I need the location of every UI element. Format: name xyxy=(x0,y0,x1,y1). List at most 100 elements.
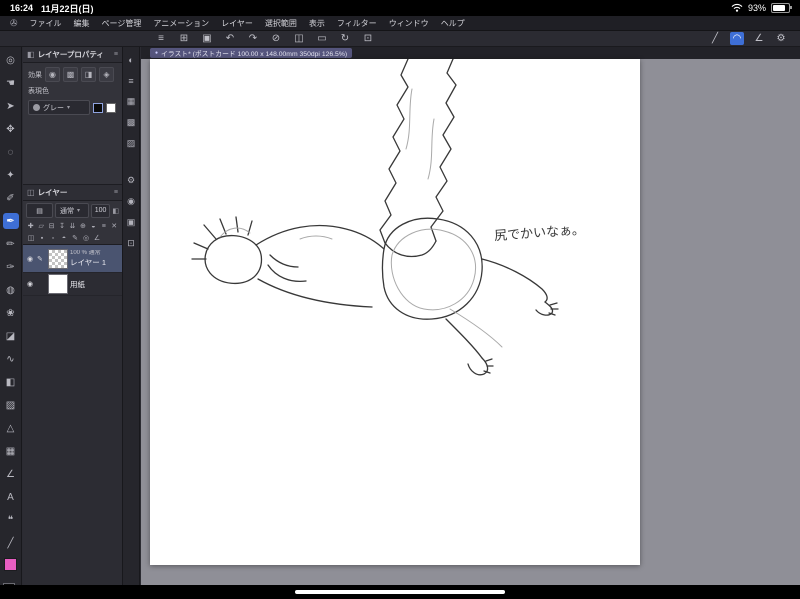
menu-item-edit[interactable]: 編集 xyxy=(74,18,90,29)
airbrush-tool-icon[interactable]: ◍ xyxy=(3,282,19,298)
pencil-tool-icon[interactable]: ✏ xyxy=(3,236,19,252)
paper-thumbnail[interactable] xyxy=(48,274,68,294)
app-logo-icon[interactable]: ✇ xyxy=(10,18,18,29)
menu-item-selection[interactable]: 選択範囲 xyxy=(265,18,297,29)
ruler-tool-icon[interactable]: ∠ xyxy=(3,466,19,482)
gradient-tool-icon[interactable]: ▨ xyxy=(3,397,19,413)
expression-color-label: 表現色 xyxy=(28,88,49,95)
deselect-icon[interactable]: ◫ xyxy=(292,32,306,45)
menu-item-animation[interactable]: アニメーション xyxy=(153,18,209,29)
pen-tool-icon[interactable]: ✒ xyxy=(2,213,19,229)
document-tab[interactable]: ● イラスト* (ポストカード 100.00 x 148.00mm 350dpi… xyxy=(150,48,353,58)
battery-icon xyxy=(771,3,792,13)
layer-move-tool-icon[interactable]: ✥ xyxy=(3,121,19,137)
approximate-colors-icon[interactable]: ▩ xyxy=(125,116,138,129)
color-sliders-icon[interactable]: ≡ xyxy=(125,74,138,87)
rotate-canvas-icon[interactable]: ↻ xyxy=(338,32,352,45)
menu-item-layer[interactable]: レイヤー xyxy=(221,18,253,29)
layer-property-menu-icon[interactable]: ≡ xyxy=(114,51,118,58)
lock-transparent-pixels-icon[interactable]: ▫ xyxy=(48,233,58,243)
snap-to-grid-icon[interactable]: ∠ xyxy=(752,32,766,45)
lock-layer-icon[interactable]: ▪ xyxy=(37,233,47,243)
drawing-canvas[interactable]: 尻でかいなぁ。 xyxy=(150,59,640,565)
figure-tool-icon[interactable]: △ xyxy=(3,420,19,436)
balloon-tool-icon[interactable]: ❝ xyxy=(3,512,19,528)
selection-tool-icon[interactable]: ◌ xyxy=(3,144,19,160)
line-correction-tool-icon[interactable]: ╱ xyxy=(3,535,19,551)
navigator-icon[interactable]: ⊡ xyxy=(125,237,138,250)
decoration-tool-icon[interactable]: ❀ xyxy=(3,305,19,321)
auto-select-tool-icon[interactable]: ✦ xyxy=(3,167,19,183)
merge-down-icon[interactable]: ⇊ xyxy=(68,221,77,231)
layer-list: ◉ ✎ 100 % 通常 レイヤー 1 ◉ 用紙 xyxy=(23,244,122,585)
tone-effect-icon[interactable]: ▩ xyxy=(63,67,78,82)
opacity-field[interactable]: 100 xyxy=(90,203,111,218)
layer-thumbnail[interactable] xyxy=(48,248,68,269)
select-area-icon[interactable]: ▭ xyxy=(315,32,329,45)
menu-item-window[interactable]: ウィンドウ xyxy=(389,18,429,29)
extract-line-icon[interactable]: ◈ xyxy=(99,67,114,82)
layer-property-icon: ◧ xyxy=(27,50,35,59)
new-folder-icon[interactable]: ▱ xyxy=(36,221,45,231)
undo-icon[interactable]: ↶ xyxy=(223,32,237,45)
set-as-reference-icon[interactable]: ◎ xyxy=(81,233,91,243)
enable-mask-icon[interactable]: ◓ xyxy=(59,233,69,243)
set-as-draft-icon[interactable]: ✎ xyxy=(70,233,80,243)
color-set-icon[interactable]: ▦ xyxy=(125,95,138,108)
text-tool-icon[interactable]: A xyxy=(3,489,19,505)
eyedropper-tool-icon[interactable]: ✐ xyxy=(3,190,19,206)
redo-icon[interactable]: ↷ xyxy=(246,32,260,45)
layer-visibility-icon[interactable]: ◉ xyxy=(25,280,35,288)
main-menu-icon[interactable]: ≡ xyxy=(154,32,168,45)
blend-mode-dropdown[interactable]: 通常 ▾ xyxy=(55,203,89,218)
layer-mask-icon[interactable]: ◒ xyxy=(89,221,98,231)
clear-icon[interactable]: ⊘ xyxy=(269,32,283,45)
layer-name[interactable]: 用紙 xyxy=(70,280,85,289)
toolbar-settings-icon[interactable]: ⚙ xyxy=(774,32,788,45)
layer-palette-dropdown[interactable]: ▤ xyxy=(26,203,53,218)
menu-item-help[interactable]: ヘルプ xyxy=(441,18,465,29)
layer-row-paper[interactable]: ◉ 用紙 xyxy=(23,273,122,296)
color-wheel-icon[interactable]: ◐ xyxy=(125,53,138,66)
hand-tool-icon[interactable]: ☚ xyxy=(3,75,19,91)
blend-tool-icon[interactable]: ∿ xyxy=(3,351,19,367)
menu-item-filter[interactable]: フィルター xyxy=(337,18,377,29)
snap-to-ruler-icon[interactable]: ╱ xyxy=(708,32,722,45)
layer-menu-icon[interactable]: ≡ xyxy=(99,221,108,231)
delete-layer-icon[interactable]: ✕ xyxy=(110,221,119,231)
layer-panel-menu-icon[interactable]: ≡ xyxy=(114,189,118,196)
new-layer-icon[interactable]: ✚ xyxy=(26,221,35,231)
new-canvas-icon[interactable]: ⊞ xyxy=(177,32,191,45)
layer-color-icon[interactable]: ◨ xyxy=(81,67,96,82)
fill-tool-icon[interactable]: ◧ xyxy=(3,374,19,390)
layer-row-layer-1[interactable]: ◉ ✎ 100 % 通常 レイヤー 1 xyxy=(23,245,122,273)
frame-border-tool-icon[interactable]: ▦ xyxy=(3,443,19,459)
brush-size-icon[interactable]: ◉ xyxy=(125,195,138,208)
menu-item-file[interactable]: ファイル xyxy=(30,18,62,29)
save-icon[interactable]: ▣ xyxy=(200,32,214,45)
expression-color-dropdown[interactable]: グレー ▾ xyxy=(28,100,90,115)
tool-property-icon[interactable]: ⚙ xyxy=(125,174,138,187)
transfer-down-icon[interactable]: ↧ xyxy=(57,221,66,231)
layer-visibility-icon[interactable]: ◉ xyxy=(25,255,35,263)
zoom-tool-icon[interactable]: ◎ xyxy=(3,52,19,68)
material-icon[interactable]: ▣ xyxy=(125,216,138,229)
clip-to-layer-below-icon[interactable]: ◫ xyxy=(26,233,36,243)
ruler-range-icon[interactable]: ∠ xyxy=(92,233,102,243)
border-effect-icon[interactable]: ◉ xyxy=(45,67,60,82)
layer-name[interactable]: レイヤー 1 xyxy=(70,258,106,267)
fit-to-screen-icon[interactable]: ⊡ xyxy=(361,32,375,45)
combine-layers-icon[interactable]: ⊕ xyxy=(78,221,87,231)
brush-tool-icon[interactable]: ✑ xyxy=(3,259,19,275)
eraser-tool-icon[interactable]: ◪ xyxy=(3,328,19,344)
main-color-swatch[interactable] xyxy=(4,558,17,571)
menu-item-page-manage[interactable]: ページ管理 xyxy=(102,18,142,29)
home-indicator[interactable] xyxy=(295,590,505,594)
black-swatch[interactable] xyxy=(93,102,103,113)
duplicate-layer-icon[interactable]: ⊟ xyxy=(47,221,56,231)
operation-tool-icon[interactable]: ➤ xyxy=(3,98,19,114)
menu-item-view[interactable]: 表示 xyxy=(309,18,325,29)
snap-to-special-ruler-icon[interactable]: ◠ xyxy=(730,32,744,45)
white-swatch[interactable] xyxy=(106,102,116,113)
intermediate-colors-icon[interactable]: ▨ xyxy=(125,137,138,150)
